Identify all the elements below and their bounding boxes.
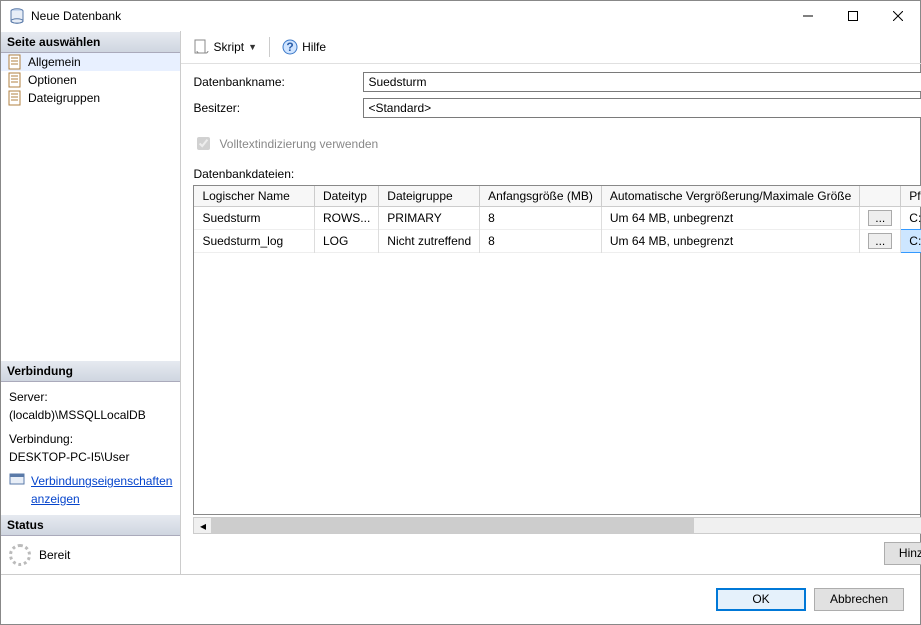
cell-autogrow[interactable]: Um 64 MB, unbegrenzt xyxy=(601,230,859,253)
cell-logical[interactable]: Suedsturm_log xyxy=(194,230,314,253)
dropdown-icon[interactable]: ▼ xyxy=(248,42,257,52)
owner-label: Besitzer: xyxy=(193,101,363,115)
status-header: Status xyxy=(1,514,180,536)
files-grid[interactable]: Logischer Name Dateityp Dateigruppe Anfa… xyxy=(193,185,921,515)
cancel-button[interactable]: Abbrechen xyxy=(814,588,904,611)
col-ell[interactable] xyxy=(860,186,901,207)
database-icon xyxy=(9,8,25,24)
connection-value: DESKTOP-PC-I5\User xyxy=(9,448,172,466)
script-button[interactable]: Skript ▼ xyxy=(189,37,261,57)
col-logical[interactable]: Logischer Name xyxy=(194,186,314,207)
dbname-label: Datenbankname: xyxy=(193,75,363,89)
horizontal-scrollbar[interactable]: ◂ ▸ xyxy=(193,517,921,534)
cell-initsize[interactable]: 8 xyxy=(480,230,602,253)
window-title: Neue Datenbank xyxy=(31,9,785,23)
svg-text:?: ? xyxy=(286,40,293,54)
sidebar-item-dateigruppen[interactable]: Dateigruppen xyxy=(1,89,180,107)
table-header-row: Logischer Name Dateityp Dateigruppe Anfa… xyxy=(194,186,921,207)
server-label: Server: xyxy=(9,388,172,406)
maximize-button[interactable] xyxy=(830,1,875,31)
server-value: (localdb)\MSSQLLocalDB xyxy=(9,406,172,424)
col-filegroup[interactable]: Dateigruppe xyxy=(379,186,480,207)
autogrow-browse-button[interactable]: ... xyxy=(868,233,892,249)
cell-ellipsis[interactable]: ... xyxy=(860,207,901,230)
page-icon xyxy=(7,54,23,70)
sidebar: Seite auswählen Allgemein Optionen Datei… xyxy=(1,31,181,574)
col-initsize[interactable]: Anfangsgröße (MB) xyxy=(480,186,602,207)
page-select-header: Seite auswählen xyxy=(1,31,180,53)
page-icon xyxy=(7,90,23,106)
ok-button[interactable]: OK xyxy=(716,588,806,611)
connection-label: Verbindung: xyxy=(9,430,172,448)
help-button[interactable]: ? Hilfe xyxy=(278,37,330,57)
files-label: Datenbankdateien: xyxy=(193,167,921,181)
main-panel: Skript ▼ ? Hilfe Datenbankname: Besitzer… xyxy=(181,31,921,574)
dbname-input[interactable] xyxy=(363,72,921,92)
title-bar: Neue Datenbank xyxy=(1,1,920,31)
help-icon: ? xyxy=(282,39,298,55)
sidebar-item-label: Allgemein xyxy=(28,55,81,69)
properties-icon xyxy=(9,472,25,488)
cell-ellipsis[interactable]: ... xyxy=(860,230,901,253)
cell-initsize[interactable]: 8 xyxy=(480,207,602,230)
minimize-button[interactable] xyxy=(785,1,830,31)
status-value: Bereit xyxy=(39,548,70,562)
sidebar-item-label: Dateigruppen xyxy=(28,91,100,105)
cell-logical[interactable]: Suedsturm xyxy=(194,207,314,230)
add-button[interactable]: Hinzufügen xyxy=(884,542,921,565)
connection-header: Verbindung xyxy=(1,360,180,382)
help-label: Hilfe xyxy=(302,40,326,54)
sidebar-item-label: Optionen xyxy=(28,73,77,87)
script-icon xyxy=(193,39,209,55)
sidebar-item-optionen[interactable]: Optionen xyxy=(1,71,180,89)
sidebar-item-allgemein[interactable]: Allgemein xyxy=(1,53,180,71)
cell-filegroup[interactable]: Nicht zutreffend xyxy=(379,230,480,253)
toolbar: Skript ▼ ? Hilfe xyxy=(181,31,921,63)
table-row[interactable]: Suedsturm ROWS... PRIMARY 8 Um 64 MB, un… xyxy=(194,207,921,230)
cell-autogrow[interactable]: Um 64 MB, unbegrenzt xyxy=(601,207,859,230)
col-filetype[interactable]: Dateityp xyxy=(314,186,378,207)
cell-path[interactable]: C:\Users\User\Dro xyxy=(901,207,921,230)
spinner-icon xyxy=(9,544,31,566)
scroll-left-arrow[interactable]: ◂ xyxy=(194,519,211,533)
status-block: Bereit xyxy=(1,536,180,574)
cell-filetype[interactable]: LOG xyxy=(314,230,378,253)
cell-path[interactable]: C:\Users\User\Dro xyxy=(901,230,921,253)
dialog-footer: OK Abbrechen xyxy=(1,574,920,624)
col-autogrow[interactable]: Automatische Vergrößerung/Maximale Größe xyxy=(601,186,859,207)
script-label: Skript xyxy=(213,40,244,54)
autogrow-browse-button[interactable]: ... xyxy=(868,210,892,226)
fulltext-checkbox xyxy=(197,137,210,150)
table-row[interactable]: Suedsturm_log LOG Nicht zutreffend 8 Um … xyxy=(194,230,921,253)
cell-filegroup[interactable]: PRIMARY xyxy=(379,207,480,230)
connection-properties-link[interactable]: Verbindungseigenschaften anzeigen xyxy=(31,472,172,508)
page-icon xyxy=(7,72,23,88)
cell-filetype[interactable]: ROWS... xyxy=(314,207,378,230)
fulltext-label: Volltextindizierung verwenden xyxy=(219,137,378,151)
scroll-thumb[interactable] xyxy=(211,518,693,533)
connection-info: Server: (localdb)\MSSQLLocalDB Verbindun… xyxy=(1,382,180,514)
col-path[interactable]: Pfad xyxy=(901,186,921,207)
close-button[interactable] xyxy=(875,1,920,31)
owner-input[interactable] xyxy=(363,98,921,118)
